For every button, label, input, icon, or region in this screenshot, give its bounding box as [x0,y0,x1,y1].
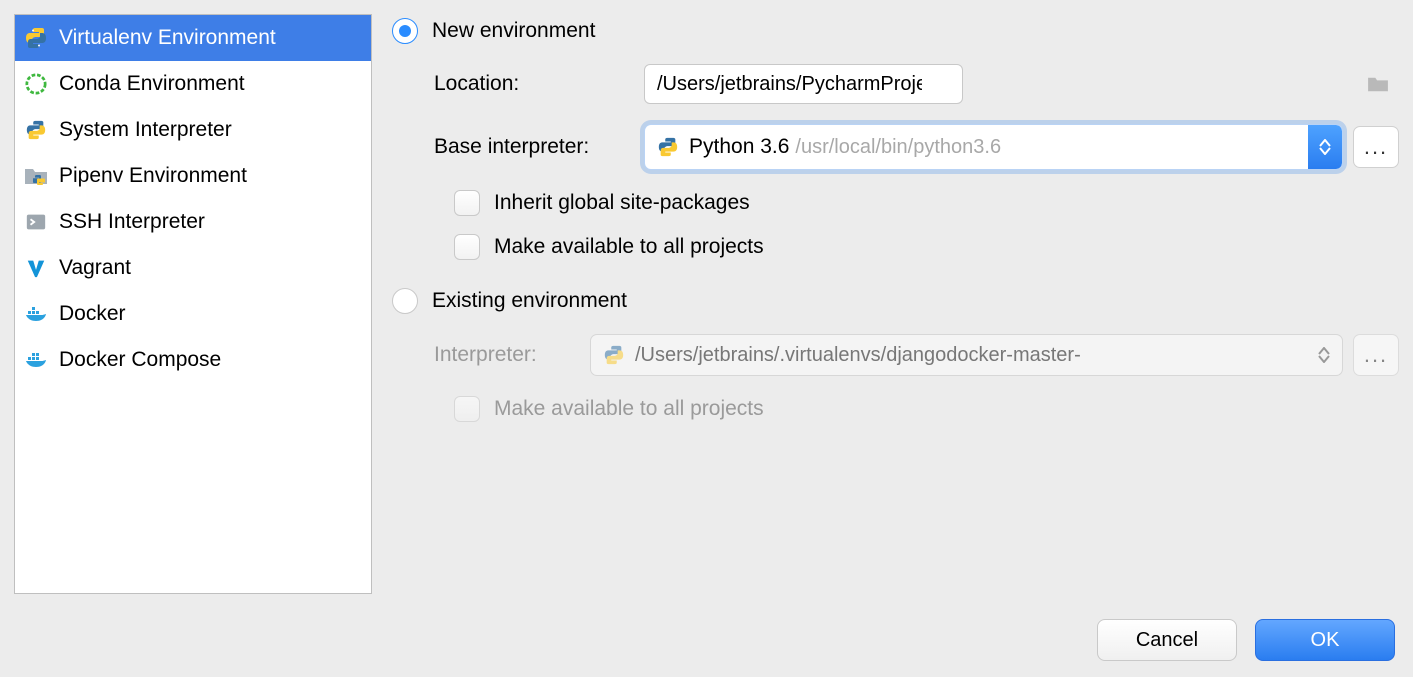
radio-new-environment[interactable] [392,18,418,44]
docker-icon [23,301,49,327]
sidebar-item-label: Docker Compose [59,348,221,372]
sidebar-item-label: Pipenv Environment [59,164,247,188]
base-interpreter-more-button[interactable]: ... [1353,126,1399,168]
vagrant-icon [23,255,49,281]
existing-interpreter-select: /Users/jetbrains/.virtualenvs/djangodock… [590,334,1343,376]
sidebar-item-label: Conda Environment [59,72,245,96]
python-icon [601,342,627,368]
sidebar-item-label: System Interpreter [59,118,232,142]
location-input[interactable] [644,64,963,104]
sidebar-item-label: Virtualenv Environment [59,26,276,50]
existing-interpreter-label: Interpreter: [434,343,574,367]
browse-folder-icon[interactable] [1365,71,1391,97]
python-icon [23,117,49,143]
checkbox-existing-make-available [454,396,480,422]
new-environment-label: New environment [432,19,595,43]
base-interpreter-name: Python 3.6 [689,135,789,159]
dialog-footer: Cancel OK [1097,619,1395,661]
dropdown-arrows-icon [1308,125,1342,169]
location-label: Location: [434,72,628,96]
sidebar-item-conda[interactable]: Conda Environment [15,61,371,107]
conda-icon [23,71,49,97]
python-icon [655,134,681,160]
sidebar-item-system[interactable]: System Interpreter [15,107,371,153]
docker-compose-icon [23,347,49,373]
existing-interpreter-more-button: ... [1353,334,1399,376]
base-interpreter-label: Base interpreter: [434,135,628,159]
main-panel: New environment Location: Base interpret… [392,14,1399,677]
sidebar-item-docker[interactable]: Docker [15,291,371,337]
sidebar-item-virtualenv[interactable]: Virtualenv Environment [15,15,371,61]
inherit-packages-label: Inherit global site-packages [494,191,750,215]
terminal-icon [23,209,49,235]
radio-existing-environment[interactable] [392,288,418,314]
ok-button[interactable]: OK [1255,619,1395,661]
sidebar: Virtualenv Environment Conda Environment… [14,14,372,594]
sidebar-item-label: SSH Interpreter [59,210,205,234]
python-icon [23,25,49,51]
existing-environment-label: Existing environment [432,289,627,313]
sidebar-item-label: Vagrant [59,256,131,280]
sidebar-item-vagrant[interactable]: Vagrant [15,245,371,291]
sidebar-item-pipenv[interactable]: Pipenv Environment [15,153,371,199]
checkbox-inherit-packages[interactable] [454,190,480,216]
cancel-button[interactable]: Cancel [1097,619,1237,661]
existing-interpreter-value: /Users/jetbrains/.virtualenvs/djangodock… [635,344,1081,367]
checkbox-make-available[interactable] [454,234,480,260]
make-available-label: Make available to all projects [494,235,764,259]
dropdown-arrows-icon [1312,335,1336,375]
sidebar-item-ssh[interactable]: SSH Interpreter [15,199,371,245]
existing-make-available-label: Make available to all projects [494,397,764,421]
base-interpreter-path: /usr/local/bin/python3.6 [795,136,1001,159]
sidebar-item-label: Docker [59,302,126,326]
base-interpreter-select[interactable]: Python 3.6 /usr/local/bin/python3.6 [644,124,1343,170]
sidebar-item-docker-compose[interactable]: Docker Compose [15,337,371,383]
folder-python-icon [23,163,49,189]
